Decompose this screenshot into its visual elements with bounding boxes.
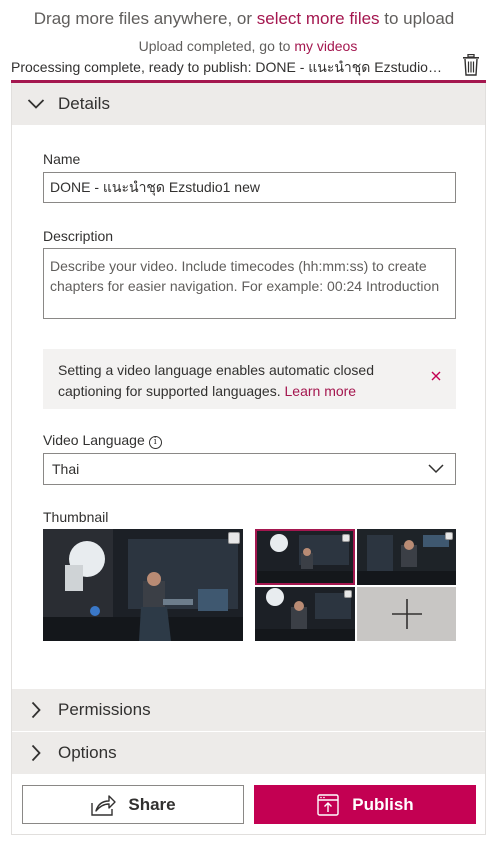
- drag-hint-suffix: to upload: [379, 9, 455, 28]
- video-language-select[interactable]: Thai: [43, 453, 456, 485]
- options-section-header[interactable]: Options: [12, 732, 485, 774]
- publish-button-label: Publish: [352, 794, 414, 814]
- publish-button[interactable]: Publish: [254, 785, 476, 824]
- share-button-label: Share: [128, 794, 176, 814]
- video-language-label-text: Video Language: [43, 432, 145, 448]
- upload-complete-prefix: Upload completed, go to: [138, 38, 295, 54]
- video-language-label: Video Language i: [43, 432, 162, 449]
- name-input[interactable]: [43, 172, 456, 203]
- description-label: Description: [43, 228, 114, 244]
- selected-thumbnail-image: [43, 529, 243, 641]
- chevron-right-icon: [24, 698, 48, 722]
- delete-upload-button[interactable]: [461, 53, 481, 76]
- description-input[interactable]: [43, 248, 456, 319]
- chevron-down-icon: [24, 92, 48, 116]
- dismiss-notice-button[interactable]: [429, 368, 443, 382]
- upload-details-panel: Details Name Description Setting a video…: [11, 83, 486, 835]
- name-label: Name: [43, 151, 81, 167]
- thumbnail-option-1[interactable]: [255, 529, 355, 585]
- share-icon: [91, 794, 117, 816]
- thumbnail-badge-icon: [344, 590, 352, 598]
- permissions-section-title: Permissions: [58, 700, 151, 719]
- trash-icon: [463, 53, 479, 76]
- details-section-header[interactable]: Details: [12, 83, 485, 125]
- selected-thumbnail[interactable]: [43, 529, 243, 641]
- video-language-value: Thai: [52, 461, 80, 477]
- language-caption-notice: Setting a video language enables automat…: [43, 349, 456, 409]
- thumbnail-badge-icon: [342, 534, 350, 542]
- share-button[interactable]: Share: [22, 785, 244, 824]
- chevron-right-icon: [24, 741, 48, 765]
- chevron-down-icon: [428, 464, 444, 474]
- details-section-title: Details: [58, 94, 110, 113]
- publish-icon: [317, 793, 339, 816]
- thumbnail-badge-icon: [228, 532, 240, 544]
- learn-more-link[interactable]: Learn more: [285, 383, 357, 399]
- permissions-section-header[interactable]: Permissions: [12, 689, 485, 731]
- select-more-files-link[interactable]: select more files: [257, 9, 380, 28]
- processing-status: Processing complete, ready to publish: D…: [11, 59, 447, 75]
- thumbnail-option-3[interactable]: [255, 587, 355, 641]
- drag-drop-hint: Drag more files anywhere, or select more…: [0, 9, 488, 29]
- thumbnail-option-2-image: [357, 529, 456, 585]
- thumbnail-option-1-image: [257, 531, 353, 583]
- add-custom-thumbnail-button[interactable]: [357, 587, 456, 641]
- close-icon: [431, 371, 441, 381]
- drag-hint-prefix: Drag more files anywhere, or: [33, 9, 257, 28]
- my-videos-link[interactable]: my videos: [294, 38, 357, 54]
- thumbnail-option-2[interactable]: [357, 529, 456, 585]
- plus-icon: [391, 599, 422, 629]
- options-section-title: Options: [58, 743, 117, 762]
- thumbnail-badge-icon: [445, 532, 453, 540]
- thumbnail-option-3-image: [255, 587, 355, 641]
- info-icon[interactable]: i: [148, 435, 162, 449]
- upload-complete-message: Upload completed, go to my videos: [0, 38, 488, 54]
- thumbnail-label: Thumbnail: [43, 509, 109, 525]
